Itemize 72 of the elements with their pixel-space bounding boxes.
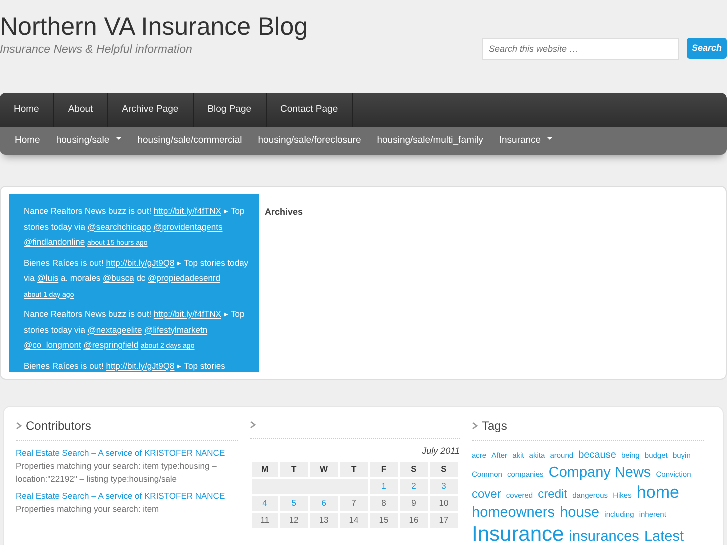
archives-heading: Archives xyxy=(265,206,304,219)
search-button[interactable]: Search xyxy=(686,38,727,59)
tag-link[interactable]: cover xyxy=(472,487,502,501)
calendar-day-link[interactable]: 1 xyxy=(370,478,398,494)
calendar-day-link[interactable]: 5 xyxy=(280,496,308,510)
search-field[interactable]: Search this website … xyxy=(482,38,679,60)
tweet-link[interactable]: @propiedadesenrd xyxy=(148,273,220,283)
calendar-day-link[interactable]: 2 xyxy=(400,478,428,494)
tag-link[interactable]: Latest xyxy=(644,529,684,545)
nav-link-item[interactable]: housing/sale xyxy=(48,127,130,155)
nav-link-item[interactable]: Home xyxy=(0,127,48,155)
weekday-header: M xyxy=(252,462,278,476)
calendar-day: 14 xyxy=(340,512,368,528)
chevron-icon xyxy=(16,422,22,430)
calendar-day: 16 xyxy=(400,512,428,528)
calendar-day: 15 xyxy=(370,512,398,528)
calendar-day: 11 xyxy=(252,512,278,528)
calendar-day: 9 xyxy=(400,496,428,510)
calendar-day: 12 xyxy=(280,512,308,528)
tag-link[interactable]: homeowners xyxy=(472,504,556,520)
caret-icon xyxy=(547,137,554,140)
tweet-link[interactable]: http://bit.ly/f4fTNX xyxy=(154,309,222,319)
contributor-text: Properties matching your search: item xyxy=(16,503,160,516)
caret-icon xyxy=(116,137,122,140)
tweet-link[interactable]: @respringfield xyxy=(84,340,139,350)
tag-link[interactable]: because xyxy=(578,450,616,461)
tweet-link[interactable]: @busca xyxy=(103,273,134,283)
calendar-day: 7 xyxy=(340,496,368,510)
site-tagline: Insurance News & Helpful information xyxy=(0,42,194,58)
weekday-header: S xyxy=(400,462,428,476)
tag-link[interactable]: insurances xyxy=(569,529,640,545)
tweet-link[interactable]: http://bit.ly/gJt9Q8 xyxy=(106,360,175,370)
weekday-header: W xyxy=(310,462,338,476)
tag-link[interactable]: house xyxy=(560,504,600,520)
tweet-link[interactable]: @findlandonline xyxy=(24,237,86,247)
tag-link[interactable]: credit xyxy=(538,487,568,501)
tweet-link[interactable]: @searchchicago xyxy=(88,222,152,232)
weekday-header: S xyxy=(430,462,458,476)
calendar-day: 8 xyxy=(370,496,398,510)
nav-link-item[interactable]: housing/sale/foreclosure xyxy=(250,127,370,155)
contributor-link[interactable]: Real Estate Search – A service of KRISTOFER NANCE xyxy=(16,447,238,460)
site-title[interactable]: Northern VA Insurance Blog xyxy=(0,0,308,42)
weekday-header: T xyxy=(280,462,308,476)
tweet-link[interactable]: http://bit.ly/f4fTNX xyxy=(154,206,222,216)
tweet-link[interactable]: @lifestylmarketn xyxy=(144,324,208,334)
tag-link[interactable]: Insurance xyxy=(472,523,564,545)
widget-title: Tags xyxy=(482,418,508,435)
tweet-link[interactable]: @luis xyxy=(37,273,59,283)
calendar-day: 10 xyxy=(430,496,458,510)
calendar-day: 17 xyxy=(430,512,458,528)
chevron-icon xyxy=(250,421,256,429)
weekday-header: T xyxy=(340,462,368,476)
tweet-text: Bienes Raíces is out! http://bit.ly/gJt9Q8 ▸ Top stories xyxy=(24,360,226,372)
nav-link-item[interactable]: housing/sale/commercial xyxy=(130,127,250,155)
calendar-day: 13 xyxy=(310,512,338,528)
tweet-link[interactable]: @nextageelite xyxy=(88,324,142,334)
widget-title: Contributors xyxy=(26,418,92,435)
tweet-link[interactable]: @co_longmont xyxy=(24,340,82,350)
chevron-icon xyxy=(472,422,478,430)
contributor-link[interactable]: Real Estate Search – A service of KRISTOFER NANCE xyxy=(16,490,238,503)
calendar-day-link[interactable]: 3 xyxy=(430,478,458,494)
tag-link[interactable]: home xyxy=(636,483,680,502)
contributor-text: Properties matching your search: item type:housing – location:"22192" – listing type:housing/sale xyxy=(16,460,218,486)
tweet-link[interactable]: @providentagents xyxy=(154,222,223,232)
calendar-day-link[interactable]: 4 xyxy=(252,496,278,510)
weekday-header: F xyxy=(370,462,398,476)
nav-link-item[interactable]: Insurance xyxy=(491,127,562,155)
calendar-day-link[interactable]: 6 xyxy=(310,496,338,510)
nav-link-item[interactable]: housing/sale/multi_family xyxy=(369,127,492,155)
calendar-caption: July 2011 xyxy=(421,445,460,458)
tag-link[interactable]: Company News xyxy=(548,464,652,480)
tweet-link[interactable]: http://bit.ly/gJt9Q8 xyxy=(106,258,175,268)
